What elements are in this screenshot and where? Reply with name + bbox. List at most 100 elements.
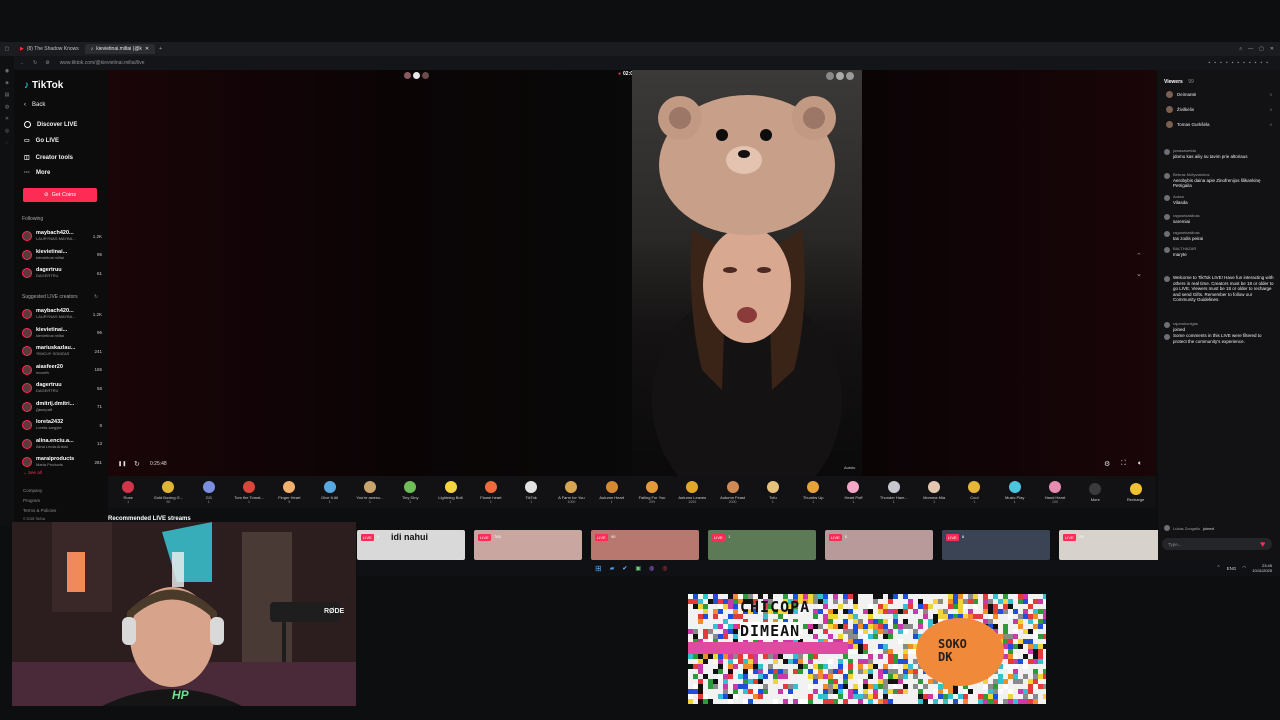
message-user[interactable]: rajonokonigas xyxy=(1173,321,1198,327)
gift-item[interactable]: Falling For You 299 xyxy=(633,480,671,504)
gift-item[interactable]: Momma Mia 1 xyxy=(915,480,953,504)
recommended-stream[interactable]: LIVE 1 xyxy=(708,530,816,560)
clock[interactable]: 23:45 10/11/2025 xyxy=(1252,563,1272,573)
sidebar-icon-6[interactable]: ◎ xyxy=(5,128,9,134)
sidebar-icon-4[interactable]: ◍ xyxy=(5,104,9,110)
browser-icon[interactable]: ◎ xyxy=(662,565,667,572)
see-all-link[interactable]: ⌄ See all xyxy=(23,470,42,476)
close-tab-icon[interactable]: ✕ xyxy=(145,46,149,52)
settings-icon[interactable]: ⚙ xyxy=(1104,460,1110,468)
gift-item[interactable]: Thunder Ham... 1 xyxy=(875,480,913,504)
sidebar-account[interactable]: alina.enciu.a... Alina Linda Anklai 13 xyxy=(22,436,102,452)
gift-item[interactable]: Thumbs Up 1 xyxy=(794,480,832,504)
app-icon[interactable]: ▣ xyxy=(635,565,641,572)
gift-item[interactable]: Give It All 1 xyxy=(311,480,349,504)
pause-icon[interactable]: ❚❚ xyxy=(118,461,126,467)
gift-item[interactable]: You're aweso... 1 xyxy=(351,480,389,504)
browser-tab-tiktok[interactable]: ♪ kievietinai.miltai (@k ✕ xyxy=(84,44,156,54)
nav-more[interactable]: ··· More xyxy=(24,170,50,176)
site-info-icon[interactable]: ⚙ xyxy=(45,60,49,66)
gift-item[interactable]: A Farm for You 1000 xyxy=(552,480,590,504)
extensions-icons[interactable]: ▪▪▪▪▪▪▪▪▪▪▪ xyxy=(1209,60,1273,66)
recommended-stream[interactable]: LIVE 0 xyxy=(825,530,933,560)
footer-program[interactable]: Program xyxy=(23,498,40,503)
footer-terms[interactable]: Terms & Policies xyxy=(23,508,56,513)
sidebar-account[interactable]: aiasfeer20 mcxeth 165 xyxy=(22,362,102,378)
refresh-stream-icon[interactable]: ↻ xyxy=(134,460,140,468)
wifi-icon[interactable]: ◠ xyxy=(1242,565,1246,571)
gift-item[interactable]: Flame heart 1 xyxy=(472,480,510,504)
gift-item[interactable]: Hand Heart 100 xyxy=(1036,480,1074,504)
gift-item[interactable]: Cool 1 xyxy=(955,480,993,504)
sidebar-icon-1[interactable]: ◉ xyxy=(5,68,9,74)
gift-item[interactable]: Tom the Tomat... 1 xyxy=(230,480,268,504)
gift-item[interactable]: Heart Puff 1 xyxy=(834,480,872,504)
file-explorer-icon[interactable]: ▰ xyxy=(610,565,615,572)
new-tab-icon[interactable]: + xyxy=(159,46,162,52)
recommended-stream[interactable]: LIVE 8 idi nahui xyxy=(357,530,465,560)
message-user[interactable]: ragusekaslinas xyxy=(1173,230,1203,236)
gift-item[interactable]: Lightning Bolt 1 xyxy=(432,480,470,504)
gift-item[interactable]: Autumn Heart 1 xyxy=(593,480,631,504)
chevron-up-icon[interactable]: ⌃ xyxy=(1136,252,1142,260)
sidebar-account[interactable]: dmitrij.dmitri... Дмитрий 71 xyxy=(22,399,102,415)
viewer-row[interactable]: Tomas Gurkšėla 0 xyxy=(1166,121,1272,128)
volume-icon[interactable]: 🔈︎ xyxy=(1138,460,1142,468)
gift-item[interactable]: Autumn Leaves 1000 xyxy=(673,480,711,504)
sidebar-account[interactable]: maybach420... LAURYNAS MAYBA... 1.2K xyxy=(22,306,102,322)
viewer-row[interactable]: Deimantė 0 xyxy=(1166,91,1272,98)
sidebar-account[interactable]: kievietinai... kievietinai miltai 95 xyxy=(22,247,102,263)
chevron-down-nav-icon[interactable]: ⌄ xyxy=(1136,270,1142,278)
sidebar-account[interactable]: maybach420... LAURYNAS MAYBA... 1.2K xyxy=(22,228,102,244)
back-button[interactable]: ‹ Back xyxy=(24,102,45,108)
recommended-stream[interactable]: LIVE 765 xyxy=(474,530,582,560)
url-field[interactable]: www.tiktok.com/@kievietinai.miltai/live xyxy=(60,60,145,66)
gift-item[interactable]: Tiny Diny 1 xyxy=(391,480,429,504)
search-tabs-icon[interactable]: ⌕ xyxy=(1239,46,1242,52)
sidebar-icon-5[interactable]: ✕ xyxy=(5,116,9,122)
get-coins-button[interactable]: ⊘ Get Coins xyxy=(23,188,97,202)
sidebar-icon-3[interactable]: ▤ xyxy=(5,92,10,98)
recommended-stream[interactable]: LIVE 90 xyxy=(591,530,699,560)
sidebar-account[interactable]: dagertruu DAGERTRU 58 xyxy=(22,380,102,396)
gift-item[interactable]: TikTok 1 xyxy=(512,480,550,504)
sidebar-account[interactable]: kievietinai... kievietinai miltai 96 xyxy=(22,325,102,341)
fullscreen-icon[interactable]: ⛶ xyxy=(1121,460,1126,468)
sidebar-account[interactable]: mariuskazlau... *EMOJI* SOMZAS 241 xyxy=(22,343,102,359)
tiktok-logo[interactable]: ♪ TikTok xyxy=(24,80,63,91)
recommended-stream[interactable]: LIVE 8 xyxy=(942,530,1050,560)
refresh-icon[interactable]: ↻ xyxy=(94,294,98,300)
nav-discover-live[interactable]: Discover LIVE xyxy=(24,121,77,128)
recommended-stream[interactable]: LIVE 23 xyxy=(1059,530,1167,560)
windows-start-icon[interactable]: ⊞ xyxy=(595,564,602,573)
gift-item[interactable]: Music Play 1 xyxy=(996,480,1034,504)
message-user[interactable]: BALTHAZAR xyxy=(1173,246,1196,252)
footer-company[interactable]: Company xyxy=(23,488,42,493)
message-user[interactable]: ragusekaslinas xyxy=(1173,213,1200,219)
gift-item[interactable]: Recharge xyxy=(1117,482,1155,502)
sidebar-icon-2[interactable]: ◈ xyxy=(5,80,9,86)
sidebar-icon-7[interactable]: ◌ xyxy=(6,140,9,146)
tray-chevron-icon[interactable]: ⌃ xyxy=(1216,565,1220,571)
sidebar-account[interactable]: dagertruu DAGERTRU 61 xyxy=(22,265,102,281)
close-window-icon[interactable]: ✕ xyxy=(1270,46,1274,52)
minimize-icon[interactable]: — xyxy=(1248,46,1253,52)
gift-item[interactable]: More xyxy=(1076,482,1114,502)
gift-item[interactable]: Tofu 1 xyxy=(754,480,792,504)
back-arrow-icon[interactable]: ← xyxy=(20,60,25,66)
gift-item[interactable]: GG 1 xyxy=(190,480,228,504)
like-heart-icon[interactable]: ♥ xyxy=(1260,539,1265,549)
guest-avatars[interactable] xyxy=(404,72,429,79)
viewer-row[interactable]: Živilkėlis 0 xyxy=(1166,106,1272,113)
sidebar-account[interactable]: loreta2432 Loreta sargyte 8 xyxy=(22,417,102,433)
steam-icon[interactable]: ✔ xyxy=(622,565,627,572)
sidebar-account[interactable]: maraiproducts Maria Products 281 xyxy=(22,454,102,470)
language-indicator[interactable]: ENG xyxy=(1227,566,1237,571)
reload-icon[interactable]: ↻ xyxy=(33,60,37,66)
nav-go-live[interactable]: ▭ Go LIVE xyxy=(24,137,59,145)
gift-item[interactable]: Finger Heart 5 xyxy=(270,480,308,504)
host-avatars[interactable] xyxy=(826,72,854,80)
discord-icon[interactable]: ◍ xyxy=(649,565,654,572)
browser-tab-youtube[interactable]: ▶ (8) The Shadow Knows xyxy=(14,44,85,54)
gift-item[interactable]: Autumn Feast 2000 xyxy=(714,480,752,504)
